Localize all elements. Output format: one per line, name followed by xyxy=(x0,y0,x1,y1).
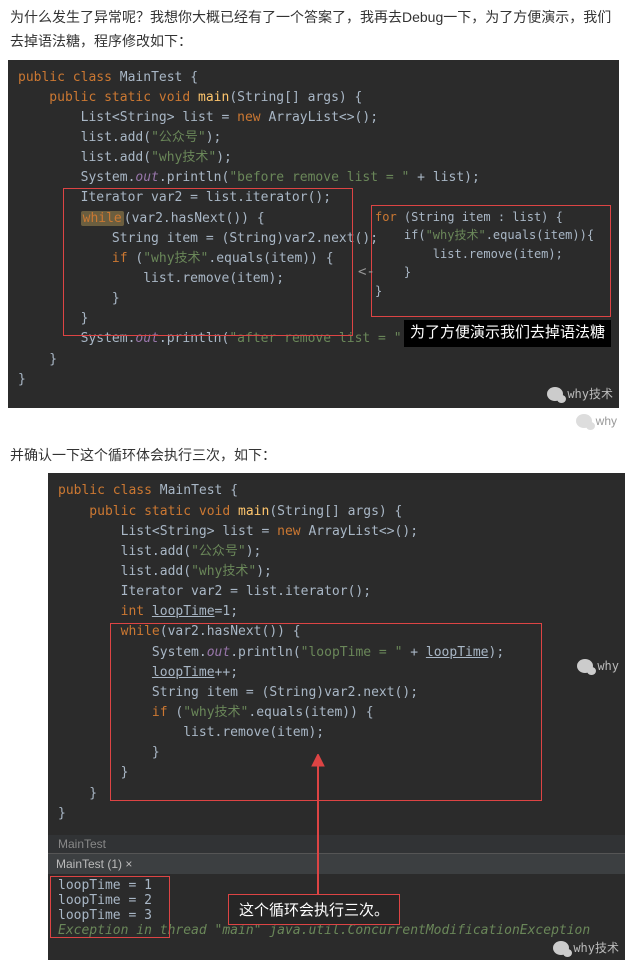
code-block-1: public class MainTest { public static vo… xyxy=(8,60,619,408)
watermark-outside-1: why xyxy=(0,408,627,438)
code-block-2: public class MainTest { public static vo… xyxy=(48,473,625,835)
annotation-desugar: 为了方便演示我们去掉语法糖 xyxy=(404,320,611,347)
wechat-icon xyxy=(577,659,593,673)
run-tab[interactable]: MainTest (1) × xyxy=(48,853,625,874)
wechat-icon xyxy=(576,414,592,428)
code-2-main: public class MainTest { public static vo… xyxy=(58,481,615,823)
red-arrow-icon xyxy=(308,754,328,894)
arrow-indicator: <- xyxy=(358,262,375,284)
paragraph-2: 并确认一下这个循环体会执行三次，如下： xyxy=(0,438,627,474)
annotation-loop-count: 这个循环会执行三次。 xyxy=(228,894,400,925)
wechat-icon xyxy=(547,387,563,401)
watermark-2-edge: why xyxy=(577,657,619,676)
console-output: loopTime = 1 loopTime = 2 loopTime = 3 E… xyxy=(48,874,625,960)
paragraph-1: 为什么发生了异常呢？我想你大概已经有了一个答案了，我再去Debug一下，为了方便… xyxy=(0,0,627,60)
watermark-1: why技术 xyxy=(547,385,613,404)
watermark-3: why技术 xyxy=(553,939,619,956)
wechat-icon xyxy=(553,941,569,955)
code-1-foreach: for (String item : list) { if("why技术".eq… xyxy=(375,208,607,301)
breadcrumb: MainTest xyxy=(48,835,625,853)
